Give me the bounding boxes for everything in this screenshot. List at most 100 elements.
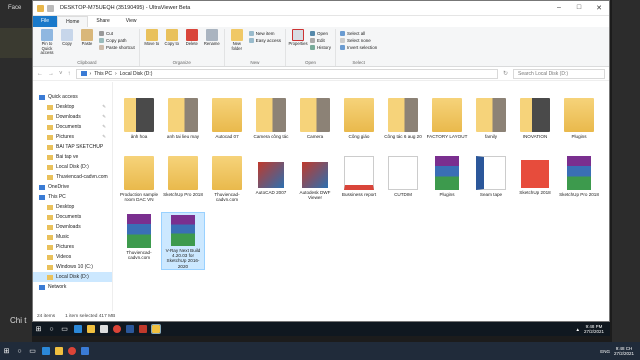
file-item[interactable]: FACTORY LAYOUT <box>425 96 469 154</box>
tab-share[interactable]: Share <box>88 16 117 27</box>
copy-path-button[interactable]: Copy path <box>99 38 135 43</box>
address-bar[interactable]: › This PC › Local Disk (D:) <box>75 68 498 79</box>
file-item[interactable]: Plugins <box>425 154 469 212</box>
chrome-icon[interactable] <box>110 323 123 335</box>
maximize-icon[interactable]: □ <box>569 4 589 12</box>
pin-quick-access-button[interactable]: Pin to Quick access <box>39 29 55 60</box>
file-item[interactable]: AutoCAD 2007 <box>249 154 293 212</box>
file-item[interactable]: ảnh hoa <box>117 96 161 154</box>
tab-view[interactable]: View <box>118 16 145 27</box>
search-icon[interactable]: ○ <box>13 345 26 357</box>
file-item[interactable]: SketchUp 2018 <box>513 154 557 212</box>
task-view-icon[interactable]: ▭ <box>26 345 39 357</box>
history-button[interactable]: History <box>310 45 331 50</box>
file-item[interactable]: anh tai lieu may <box>161 96 205 154</box>
host-clock[interactable]: 9:48 CH 27/2/2021 <box>614 346 634 357</box>
tab-home[interactable]: Home <box>57 16 89 27</box>
nav-item[interactable]: This PC <box>33 192 112 202</box>
file-item[interactable]: Seam tape <box>469 154 513 212</box>
minimize-icon[interactable]: – <box>549 4 569 12</box>
language-indicator[interactable]: ENG <box>600 349 610 354</box>
paste-shortcut-button[interactable]: Paste shortcut <box>99 45 135 50</box>
breadcrumb-local-disk[interactable]: Local Disk (D:) <box>120 71 153 77</box>
nav-item[interactable]: Documents ✎ <box>33 122 112 132</box>
windows-start-icon[interactable]: ⊞ <box>0 345 13 357</box>
properties-icon[interactable] <box>47 4 54 12</box>
new-item-button[interactable]: New item <box>248 31 281 36</box>
new-folder-button[interactable]: New folder <box>229 29 245 60</box>
ultraviewer-icon[interactable] <box>78 345 91 357</box>
select-none-button[interactable]: Select none <box>340 38 377 43</box>
nav-item[interactable]: Pictures ✎ <box>33 132 112 142</box>
edge-icon[interactable] <box>71 323 84 335</box>
explorer-active-icon[interactable] <box>149 323 162 335</box>
nav-item[interactable]: OneDrive <box>33 182 112 192</box>
file-explorer-icon[interactable] <box>52 345 65 357</box>
file-item[interactable]: SketchUp Pro 2018 <box>161 154 205 212</box>
file-item[interactable]: V-Ray Next Build 4.20.03 for SketchUp 20… <box>161 212 205 270</box>
file-item[interactable]: Thuviencad-cadvn.com <box>117 212 161 270</box>
file-item[interactable]: Autocad 07 <box>205 96 249 154</box>
nav-item[interactable]: Windows 10 (C:) <box>33 262 112 272</box>
nav-item[interactable]: Local Disk (D:) <box>33 162 112 172</box>
nav-item[interactable]: Videos <box>33 252 112 262</box>
nav-item[interactable]: Pictures <box>33 242 112 252</box>
file-item[interactable]: Bussiness report <box>337 154 381 212</box>
tab-file[interactable]: File <box>33 16 58 27</box>
file-item[interactable]: Công tác 6 aug 20 <box>381 96 425 154</box>
copy-to-button[interactable]: Copy to <box>164 29 180 60</box>
folder-icon[interactable] <box>37 4 44 12</box>
copy-button[interactable]: Copy <box>59 29 75 60</box>
file-item[interactable]: CUTDIM <box>381 154 425 212</box>
recent-chevron-icon[interactable]: ˅ <box>59 71 63 77</box>
nav-item[interactable]: Local Disk (D:) <box>33 272 112 282</box>
easy-access-button[interactable]: Easy access <box>248 38 281 43</box>
nav-item[interactable]: Quick access <box>33 92 112 102</box>
windows-start-icon[interactable]: ⊞ <box>32 323 45 335</box>
back-arrow-icon[interactable]: ← <box>37 71 43 77</box>
breadcrumb-this-pc[interactable]: This PC <box>94 71 112 77</box>
open-button[interactable]: Open <box>310 31 331 36</box>
chrome-icon[interactable] <box>65 345 78 357</box>
file-item[interactable]: Production sample room DAC VN <box>117 154 161 212</box>
file-item[interactable]: Thuviencad-cadvn.com <box>205 154 249 212</box>
store-icon[interactable] <box>97 323 110 335</box>
nav-item[interactable]: Desktop <box>33 202 112 212</box>
remote-clock[interactable]: 9:48 PM 27/2/2021 <box>584 324 604 335</box>
select-all-button[interactable]: Select all <box>340 31 377 36</box>
search-input[interactable]: Search Local Disk (D:) <box>513 68 605 79</box>
nav-item[interactable]: Bai tap ve <box>33 152 112 162</box>
edge-icon[interactable] <box>39 345 52 357</box>
search-icon[interactable]: ○ <box>45 323 58 335</box>
file-item[interactable]: Công giáo <box>337 96 381 154</box>
file-item[interactable]: Camera <box>293 96 337 154</box>
nav-item[interactable]: Desktop ✎ <box>33 102 112 112</box>
properties-button[interactable]: Properties <box>288 29 308 60</box>
file-item[interactable]: family <box>469 96 513 154</box>
move-to-button[interactable]: Move to <box>144 29 160 60</box>
network-icon[interactable]: ▲ <box>576 327 580 332</box>
file-explorer-icon[interactable] <box>84 323 97 335</box>
cut-button[interactable]: Cut <box>99 31 135 36</box>
file-item[interactable]: Camera công tác <box>249 96 293 154</box>
nav-item[interactable]: Downloads ✎ <box>33 112 112 122</box>
app-red-icon[interactable] <box>136 323 149 335</box>
edit-button[interactable]: Edit <box>310 38 331 43</box>
file-item[interactable]: Plugins <box>557 96 601 154</box>
refresh-icon[interactable]: ↻ <box>503 70 508 77</box>
word-icon[interactable] <box>123 323 136 335</box>
file-item[interactable]: Autodesk DWF Viewer <box>293 154 337 212</box>
file-item[interactable]: SketchUp Pro 2018 <box>557 154 601 212</box>
file-item[interactable]: INOVATION <box>513 96 557 154</box>
nav-item[interactable]: Documents <box>33 212 112 222</box>
forward-arrow-icon[interactable]: → <box>48 71 54 77</box>
invert-selection-button[interactable]: Invert selection <box>340 45 377 50</box>
nav-item[interactable]: Music <box>33 232 112 242</box>
nav-item[interactable]: Network <box>33 282 112 292</box>
paste-button[interactable]: Paste <box>79 29 95 60</box>
nav-item[interactable]: Downloads <box>33 222 112 232</box>
close-icon[interactable]: ✕ <box>589 4 609 12</box>
task-view-icon[interactable]: ▭ <box>58 323 71 335</box>
nav-item[interactable]: Thuviencad-cadvn.com <box>33 172 112 182</box>
rename-button[interactable]: Rename <box>204 29 220 60</box>
